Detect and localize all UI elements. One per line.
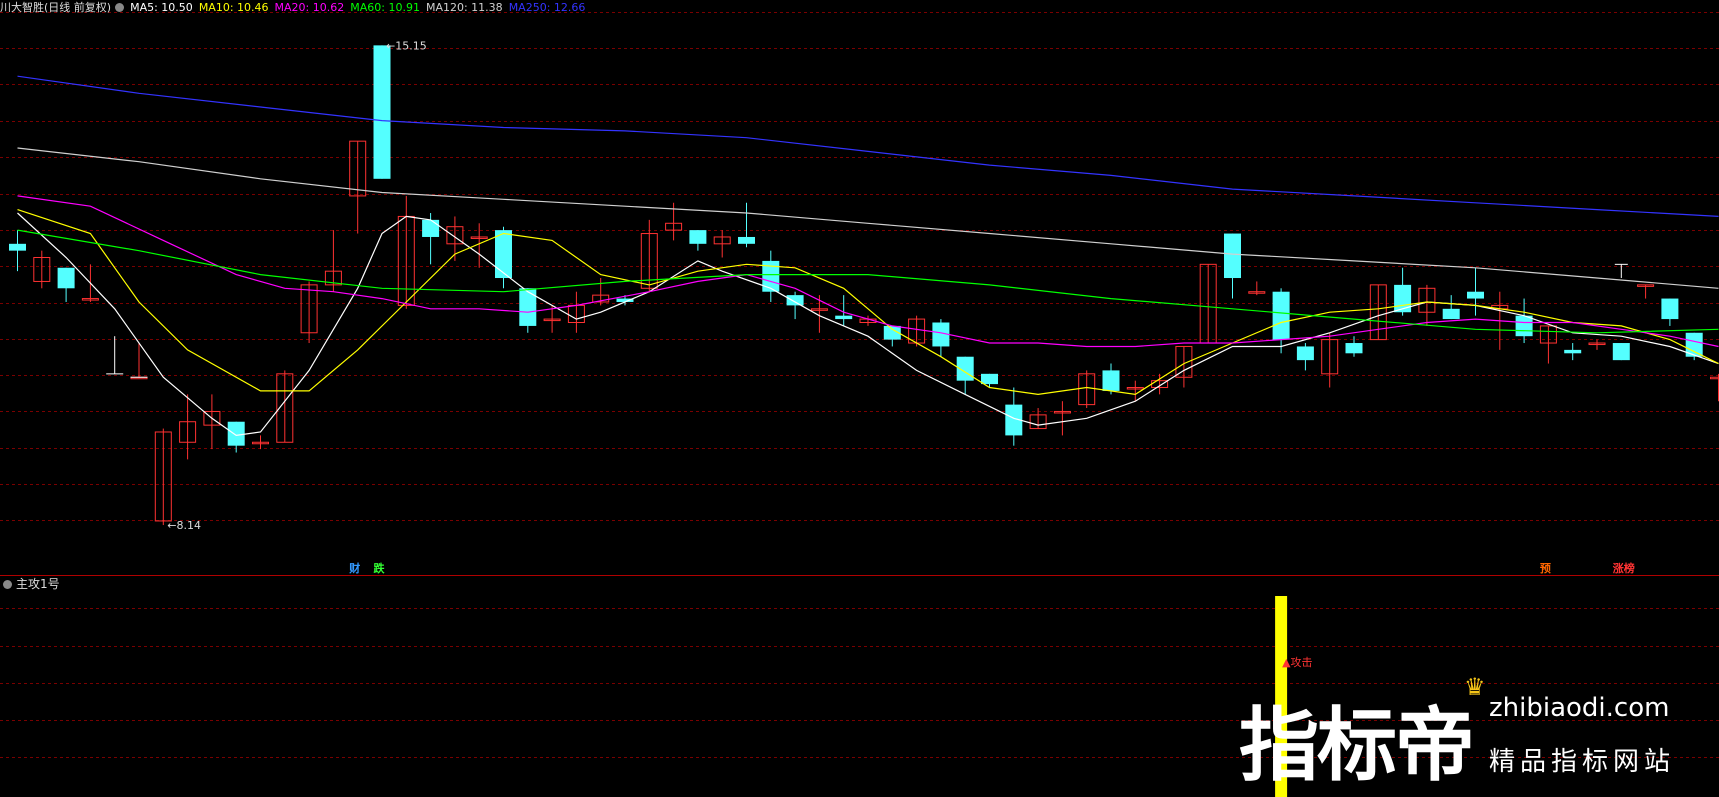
candle-body bbox=[786, 295, 804, 306]
candle-body bbox=[1442, 308, 1460, 320]
watermark-logo-text: 指标帝 bbox=[1239, 699, 1475, 792]
ma-legend-item: MA5: 10.50 bbox=[130, 1, 193, 14]
price-annotation: ←8.14 bbox=[167, 519, 201, 532]
candle-body bbox=[1296, 346, 1314, 361]
candle-body bbox=[1564, 349, 1582, 354]
candle-body bbox=[227, 421, 245, 446]
candle-body bbox=[1102, 370, 1120, 391]
candle-body bbox=[9, 243, 26, 251]
candle-body bbox=[1224, 233, 1241, 279]
chart-header: 川大智胜(日线 前复权) MA5: 10.50 MA10: 10.46 MA20: 1… bbox=[0, 0, 597, 16]
candle-body bbox=[422, 219, 440, 237]
ma-legend-item: MA120: 11.38 bbox=[425, 1, 503, 14]
ma-legend-item: MA250: 12.66 bbox=[508, 1, 586, 14]
candle-body bbox=[495, 230, 512, 279]
candle-body bbox=[1612, 343, 1630, 361]
candle-body bbox=[519, 288, 537, 326]
settings-circle-icon[interactable] bbox=[3, 580, 12, 589]
indicator-panel-header: 主攻1号 bbox=[0, 576, 60, 592]
ma-line-ma250 bbox=[17, 75, 1719, 217]
candle-body bbox=[1710, 376, 1719, 380]
settings-circle-icon[interactable] bbox=[115, 3, 125, 12]
candle-body bbox=[689, 230, 707, 244]
indicator-title[interactable]: 主攻1号 bbox=[16, 577, 60, 591]
candle-body bbox=[1467, 291, 1484, 299]
ma-legend-item: MA20: 10.62 bbox=[274, 1, 345, 14]
candle-body bbox=[1515, 315, 1533, 337]
ma-legend-item: MA10: 10.46 bbox=[198, 1, 269, 14]
watermark-tagline: 精品指标网站 bbox=[1489, 747, 1676, 777]
ma-line-ma120 bbox=[17, 147, 1719, 289]
candle-body bbox=[1661, 298, 1679, 320]
price-annotation: ←15.15 bbox=[386, 39, 427, 52]
candle-body bbox=[1272, 291, 1290, 340]
candle-body bbox=[1345, 343, 1363, 354]
candle-body bbox=[981, 373, 998, 385]
ma-legend: MA5: 10.50 MA10: 10.46 MA20: 10.62 MA60: 10… bbox=[130, 1, 591, 14]
candle-body bbox=[1394, 284, 1412, 313]
ma-line-ma10 bbox=[17, 209, 1719, 396]
watermark-site: zhibiaodi.com bbox=[1489, 693, 1670, 723]
candle-body bbox=[738, 236, 755, 244]
signal-label: ▲攻击 bbox=[1282, 655, 1312, 669]
candle-body bbox=[57, 267, 75, 289]
stock-title[interactable]: 川大智胜(日线 前复权) bbox=[0, 1, 111, 14]
crown-icon: ♛ bbox=[1464, 673, 1486, 701]
candle-body bbox=[373, 45, 391, 179]
event-marker: 财 bbox=[348, 561, 360, 575]
watermark: ♛ 指标帝 zhibiaodi.com 精品指标网站 bbox=[1239, 671, 1709, 791]
ma-legend-item: MA60: 10.91 bbox=[350, 1, 420, 14]
event-marker: 跌 bbox=[374, 561, 386, 575]
event-marker: 涨榜 bbox=[1613, 561, 1635, 575]
event-marker: 预 bbox=[1540, 561, 1551, 575]
candle-body bbox=[835, 315, 853, 320]
